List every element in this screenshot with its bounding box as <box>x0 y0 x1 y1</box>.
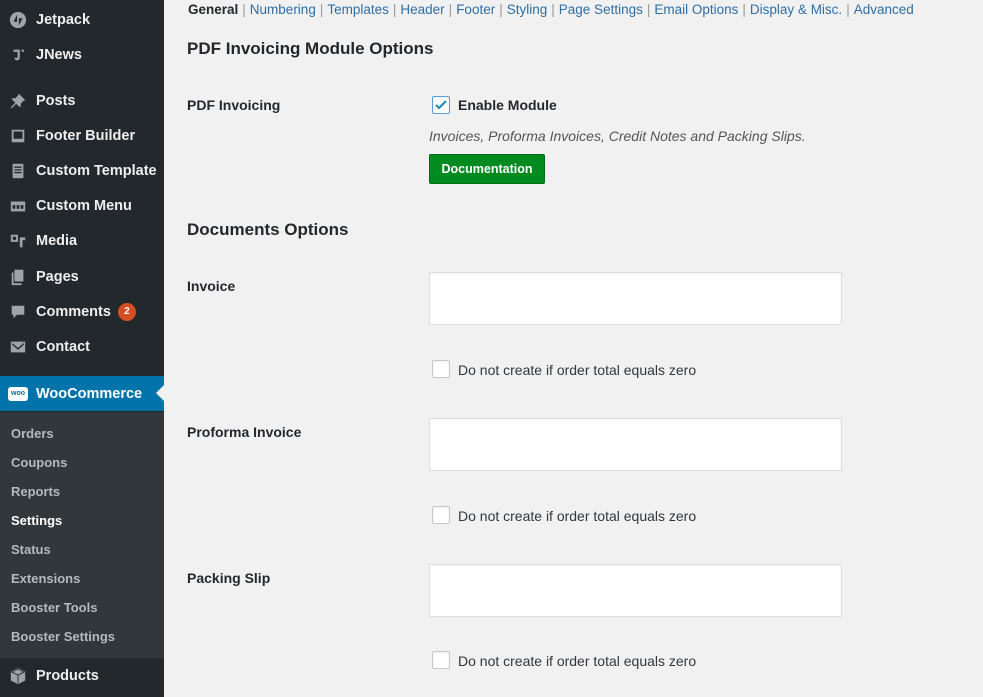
module-description: Invoices, Proforma Invoices, Credit Note… <box>429 128 806 144</box>
documents-options-heading: Documents Options <box>187 220 349 239</box>
footer-builder-icon <box>8 126 28 146</box>
pin-icon <box>8 91 28 111</box>
sidebar-item-comments[interactable]: Comments 2 <box>0 294 164 329</box>
woo-logo: woo <box>8 386 28 401</box>
submenu-item-settings[interactable]: Settings <box>11 513 62 528</box>
tab-display-misc[interactable]: Display & Misc. <box>750 2 842 17</box>
sidebar-item-label: Custom Menu <box>36 197 132 214</box>
sidebar-item-label: WooCommerce <box>36 385 143 402</box>
jnews-icon <box>8 45 28 65</box>
tab-general[interactable]: General <box>188 2 238 17</box>
invoice-input[interactable] <box>429 272 842 325</box>
enable-module-label: Enable Module <box>458 97 557 113</box>
pages-icon <box>8 267 28 287</box>
submenu-item-orders[interactable]: Orders <box>11 426 54 441</box>
sidebar-item-label: Custom Template <box>36 162 157 179</box>
submenu-item-reports[interactable]: Reports <box>11 484 60 499</box>
submenu-item-coupons[interactable]: Coupons <box>11 455 67 470</box>
tab-email-options[interactable]: Email Options <box>654 2 738 17</box>
separator: | <box>846 2 850 17</box>
sidebar-item-woocommerce[interactable]: woo WooCommerce <box>0 376 164 411</box>
documentation-button[interactable]: Documentation <box>429 154 545 184</box>
separator: | <box>551 2 555 17</box>
separator: | <box>392 2 397 17</box>
admin-sidebar: Jetpack JNews Posts Footer Builder Custo… <box>0 0 164 697</box>
comment-icon <box>8 302 28 322</box>
jetpack-icon <box>8 10 28 30</box>
sidebar-item-products[interactable]: Products <box>0 658 164 693</box>
proforma-zero-checkbox[interactable] <box>432 506 450 524</box>
comments-count-badge: 2 <box>117 302 136 321</box>
sidebar-item-label: Products <box>36 667 99 684</box>
box-icon <box>8 666 28 686</box>
checkmark-icon <box>435 100 447 110</box>
packing-slip-input[interactable] <box>429 564 842 617</box>
sidebar-item-contact[interactable]: Contact <box>0 329 164 364</box>
sidebar-item-label: Jetpack <box>36 11 91 28</box>
sidebar-item-label: Media <box>36 232 78 249</box>
tab-styling[interactable]: Styling <box>507 2 548 17</box>
sidebar-item-footer-builder[interactable]: Footer Builder <box>0 118 164 153</box>
separator: | <box>448 2 453 17</box>
proforma-zero-label: Do not create if order total equals zero <box>458 508 697 524</box>
submenu-item-booster-tools[interactable]: Booster Tools <box>11 600 97 615</box>
separator: | <box>242 2 246 17</box>
sidebar-item-label: Posts <box>36 92 76 109</box>
sidebar-item-label: Footer Builder <box>36 127 136 144</box>
invoice-zero-label: Do not create if order total equals zero <box>458 362 697 378</box>
packing-slip-zero-checkbox[interactable] <box>432 651 450 669</box>
sidebar-item-pages[interactable]: Pages <box>0 259 164 294</box>
active-indicator-arrow <box>156 385 164 401</box>
invoice-zero-checkbox[interactable] <box>432 360 450 378</box>
submenu-item-booster-settings[interactable]: Booster Settings <box>11 629 115 644</box>
invoice-label: Invoice <box>187 278 236 294</box>
separator: | <box>646 2 651 17</box>
sidebar-item-label: JNews <box>36 46 82 63</box>
proforma-invoice-input[interactable] <box>429 418 842 471</box>
woo-icon: woo <box>8 384 28 404</box>
template-icon <box>8 161 28 181</box>
packing-slip-zero-label: Do not create if order total equals zero <box>458 653 697 669</box>
packing-slip-label: Packing Slip <box>187 570 271 586</box>
separator: | <box>742 2 746 17</box>
pdf-invoicing-label: PDF Invoicing <box>187 97 281 113</box>
tab-header[interactable]: Header <box>400 2 444 17</box>
woocommerce-submenu: Orders Coupons Reports Settings Status E… <box>0 412 164 658</box>
sidebar-item-jnews[interactable]: JNews <box>0 37 164 72</box>
tab-page-settings[interactable]: Page Settings <box>559 2 643 17</box>
sidebar-item-custom-template[interactable]: Custom Template <box>0 153 164 188</box>
sidebar-item-label: Contact <box>36 338 90 355</box>
sidebar-item-jetpack[interactable]: Jetpack <box>0 2 164 37</box>
menu-icon <box>8 196 28 216</box>
tab-templates[interactable]: Templates <box>327 2 389 17</box>
settings-content: General | Numbering | Templates | Header | Foote… <box>164 0 983 697</box>
tab-numbering[interactable]: Numbering <box>250 2 316 17</box>
wp-admin-window: Jetpack JNews Posts Footer Builder Custo… <box>0 0 983 697</box>
proforma-invoice-label: Proforma Invoice <box>187 424 302 440</box>
media-icon <box>8 231 28 251</box>
section-subnav: General | Numbering | Templates | Header | Foote… <box>188 2 914 17</box>
enable-module-checkbox[interactable] <box>432 96 450 114</box>
separator: | <box>499 2 503 17</box>
sidebar-item-label: Comments <box>36 303 111 320</box>
submenu-item-extensions[interactable]: Extensions <box>11 571 80 586</box>
module-options-heading: PDF Invoicing Module Options <box>187 39 434 58</box>
tab-footer[interactable]: Footer <box>456 2 495 17</box>
tab-advanced[interactable]: Advanced <box>854 2 914 17</box>
sidebar-item-posts[interactable]: Posts <box>0 83 164 118</box>
sidebar-item-label: Pages <box>36 268 79 285</box>
submenu-item-status[interactable]: Status <box>11 542 51 557</box>
sidebar-item-media[interactable]: Media <box>0 223 164 258</box>
envelope-icon <box>8 337 28 357</box>
sidebar-item-custom-menu[interactable]: Custom Menu <box>0 188 164 223</box>
separator: | <box>319 2 324 17</box>
